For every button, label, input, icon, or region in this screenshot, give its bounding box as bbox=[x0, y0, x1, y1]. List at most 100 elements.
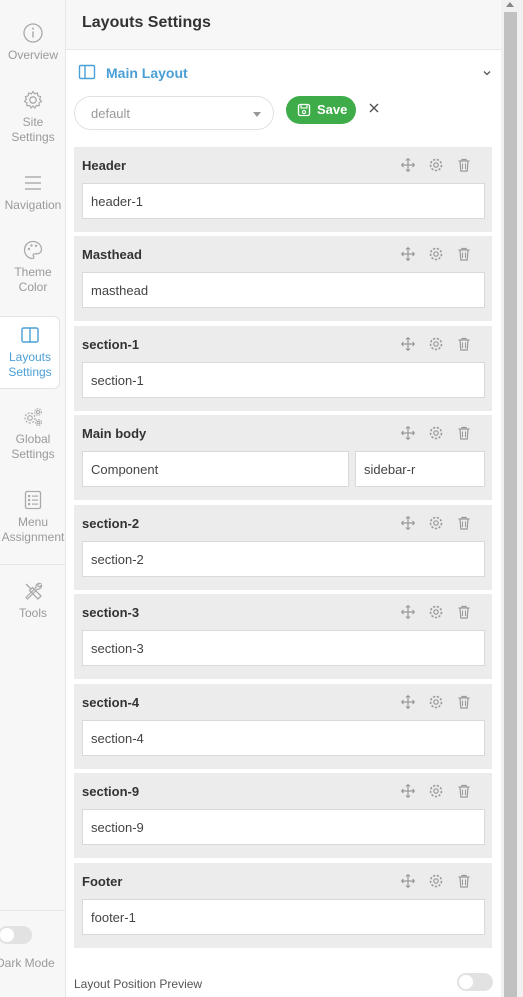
layout-preview-toggle[interactable] bbox=[457, 973, 493, 991]
position-box[interactable]: section-9 bbox=[82, 809, 485, 845]
nav-item-global-settings[interactable]: Global Settings bbox=[0, 406, 65, 462]
info-icon bbox=[22, 22, 44, 44]
nav-label: Overview bbox=[7, 48, 58, 62]
position-box[interactable]: footer-1 bbox=[82, 899, 485, 935]
position-box[interactable]: section-4 bbox=[82, 720, 485, 756]
scroll-up-arrow-icon[interactable] bbox=[506, 2, 514, 7]
layout-select[interactable]: default bbox=[74, 96, 274, 130]
position-box[interactable]: Component bbox=[82, 451, 349, 487]
app: Overview Site Settings Navigation Theme … bbox=[0, 0, 523, 997]
position-box[interactable]: sidebar-r bbox=[355, 451, 485, 487]
move-icon[interactable] bbox=[400, 783, 416, 799]
section-title: Main body bbox=[82, 426, 147, 441]
section-title: section-1 bbox=[82, 337, 140, 352]
layout-section: section-4 section-4 bbox=[74, 684, 492, 769]
position-box[interactable]: section-1 bbox=[82, 362, 485, 398]
move-icon[interactable] bbox=[400, 425, 416, 441]
nav-item-overview[interactable]: Overview bbox=[0, 22, 65, 63]
section-title: section-4 bbox=[82, 695, 140, 710]
dark-mode-toggle[interactable] bbox=[0, 926, 32, 944]
gears-icon bbox=[22, 406, 44, 428]
tools-icon bbox=[22, 580, 44, 602]
nav-label: Menu Assignment bbox=[1, 515, 65, 544]
nav-label: Tools bbox=[18, 606, 47, 620]
list-icon bbox=[22, 489, 44, 511]
nav-label: Theme Color bbox=[14, 265, 52, 294]
move-icon[interactable] bbox=[400, 246, 416, 262]
position-box[interactable]: section-3 bbox=[82, 630, 485, 666]
nav-label: Site Settings bbox=[11, 115, 55, 144]
layout-section: Masthead masthead bbox=[74, 236, 492, 321]
trash-icon[interactable] bbox=[456, 336, 472, 352]
trash-icon[interactable] bbox=[456, 246, 472, 262]
trash-icon[interactable] bbox=[456, 515, 472, 531]
move-icon[interactable] bbox=[400, 604, 416, 620]
trash-icon[interactable] bbox=[456, 604, 472, 620]
section-title: Header bbox=[82, 158, 127, 173]
chevron-down-icon[interactable] bbox=[481, 66, 493, 78]
save-icon bbox=[297, 103, 311, 117]
layout-preview-label: Layout Position Preview bbox=[74, 977, 203, 991]
move-icon[interactable] bbox=[400, 873, 416, 889]
layout-section: section-3 section-3 bbox=[74, 594, 492, 679]
layout-section: Header header-1 bbox=[74, 147, 492, 232]
gear-icon[interactable] bbox=[428, 873, 444, 889]
gear-icon[interactable] bbox=[428, 157, 444, 173]
gear-icon[interactable] bbox=[428, 336, 444, 352]
layout-select-value: default bbox=[91, 106, 131, 121]
gear-icon[interactable] bbox=[428, 694, 444, 710]
nav-item-tools[interactable]: Tools bbox=[0, 580, 65, 621]
section-title: section-9 bbox=[82, 784, 140, 799]
save-label: Save bbox=[317, 102, 348, 117]
scrollbar[interactable] bbox=[501, 0, 523, 997]
trash-icon[interactable] bbox=[456, 873, 472, 889]
layout-section: Main body Component sidebar-r bbox=[74, 415, 492, 500]
scrollbar-thumb[interactable] bbox=[504, 12, 517, 997]
position-box[interactable]: masthead bbox=[82, 272, 485, 308]
layout-title: Main Layout bbox=[106, 65, 188, 81]
nav-item-layouts-settings[interactable]: Layouts Settings bbox=[0, 316, 60, 389]
nav-label: Layouts Settings bbox=[8, 350, 52, 379]
close-icon[interactable] bbox=[366, 100, 382, 116]
layout-section: section-1 section-1 bbox=[74, 326, 492, 411]
gear-icon[interactable] bbox=[428, 425, 444, 441]
trash-icon[interactable] bbox=[456, 425, 472, 441]
save-button[interactable]: Save bbox=[286, 96, 356, 124]
layout-icon bbox=[78, 63, 96, 81]
layout-icon bbox=[19, 324, 41, 346]
gear-icon[interactable] bbox=[428, 783, 444, 799]
dark-mode-label: Dark Mode bbox=[0, 956, 55, 970]
nav-item-menu-assignment[interactable]: Menu Assignment bbox=[0, 489, 65, 545]
trash-icon[interactable] bbox=[456, 783, 472, 799]
position-box[interactable]: section-2 bbox=[82, 541, 485, 577]
nav-item-site-settings[interactable]: Site Settings bbox=[0, 89, 65, 145]
panel-header: Layouts Settings bbox=[66, 0, 501, 50]
move-icon[interactable] bbox=[400, 694, 416, 710]
nav-item-theme-color[interactable]: Theme Color bbox=[0, 239, 65, 295]
menu-icon bbox=[22, 172, 44, 194]
trash-icon[interactable] bbox=[456, 694, 472, 710]
nav-item-navigation[interactable]: Navigation bbox=[0, 172, 65, 213]
layout-section: Footer footer-1 bbox=[74, 863, 492, 948]
move-icon[interactable] bbox=[400, 157, 416, 173]
layouts-panel: Layouts Settings Main Layout default Sav… bbox=[66, 0, 501, 997]
move-icon[interactable] bbox=[400, 336, 416, 352]
gear-icon[interactable] bbox=[428, 515, 444, 531]
nav-divider bbox=[0, 910, 65, 911]
position-box[interactable]: header-1 bbox=[82, 183, 485, 219]
caret-down-icon bbox=[253, 112, 261, 117]
gear-icon[interactable] bbox=[428, 246, 444, 262]
section-title: Footer bbox=[82, 874, 123, 889]
section-title: Masthead bbox=[82, 247, 142, 262]
nav-label: Global Settings bbox=[11, 432, 55, 461]
gear-icon bbox=[22, 89, 44, 111]
section-title: section-3 bbox=[82, 605, 140, 620]
nav-divider bbox=[0, 564, 65, 565]
move-icon[interactable] bbox=[400, 515, 416, 531]
layout-accordion-header[interactable]: Main Layout bbox=[78, 63, 493, 83]
left-nav: Overview Site Settings Navigation Theme … bbox=[0, 0, 66, 997]
gear-icon[interactable] bbox=[428, 604, 444, 620]
layout-section: section-9 section-9 bbox=[74, 773, 492, 858]
layout-section: section-2 section-2 bbox=[74, 505, 492, 590]
trash-icon[interactable] bbox=[456, 157, 472, 173]
